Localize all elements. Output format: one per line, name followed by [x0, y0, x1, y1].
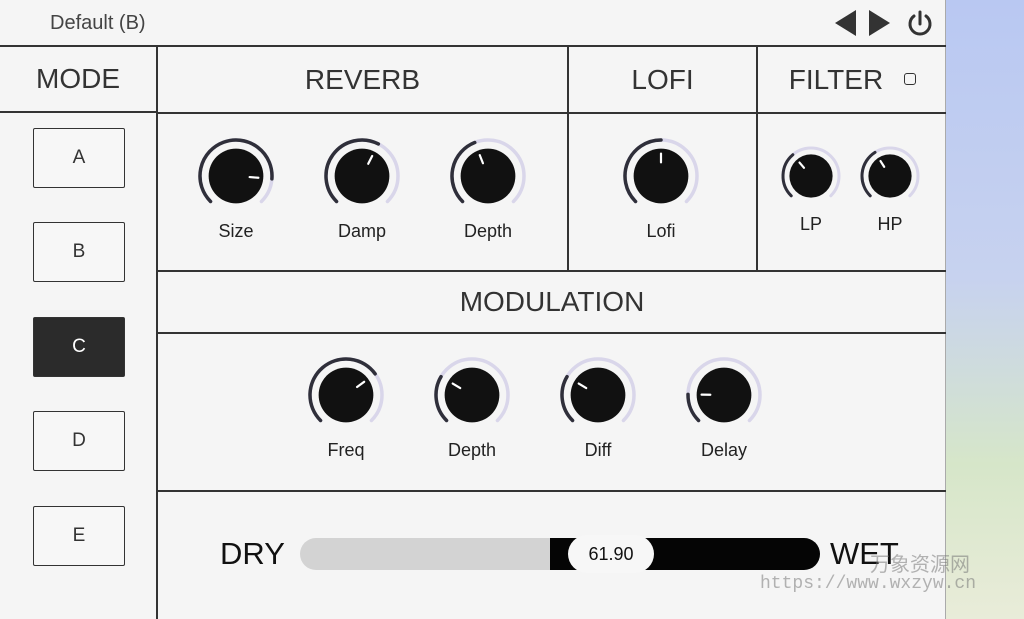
knob-body — [444, 367, 500, 423]
lofi-title: LOFI — [631, 63, 694, 95]
filter-enable-toggle[interactable] — [904, 73, 916, 85]
damp-knob[interactable] — [324, 138, 400, 219]
divider — [158, 332, 946, 334]
plugin-window: Default (B) MODE A B C D E REVERB LOFI F… — [0, 0, 946, 619]
hp-label: HP — [877, 214, 903, 234]
delay-label: Delay — [700, 440, 748, 460]
knob-body — [208, 148, 264, 204]
lp-knob[interactable] — [781, 146, 841, 211]
lofi-label: Lofi — [646, 221, 676, 241]
wet-label: WET — [830, 536, 899, 571]
power-icon[interactable] — [904, 8, 936, 40]
size-label: Size — [218, 221, 254, 241]
freq-knob[interactable] — [308, 357, 384, 438]
mod-depth-label: Depth — [447, 440, 497, 460]
delay-knob[interactable] — [686, 357, 762, 438]
knob-body — [868, 154, 912, 198]
reverb-depth-knob[interactable] — [450, 138, 526, 219]
dry-wet-slider[interactable] — [300, 538, 820, 570]
knob-body — [334, 148, 390, 204]
size-knob[interactable] — [198, 138, 274, 219]
dry-label: DRY — [220, 536, 285, 571]
mod-depth-knob[interactable] — [434, 357, 510, 438]
reverb-title: REVERB — [304, 63, 421, 95]
knob-body — [460, 148, 516, 204]
mode-button-e[interactable]: E — [33, 506, 125, 566]
top-bar: Default (B) — [0, 0, 946, 47]
modulation-title: MODULATION — [459, 286, 645, 317]
knob-body — [318, 367, 374, 423]
diff-knob[interactable] — [560, 357, 636, 438]
damp-label: Damp — [337, 221, 386, 241]
mode-button-c[interactable]: C — [33, 317, 125, 377]
divider — [158, 112, 946, 114]
preset-name[interactable]: Default (B) — [50, 12, 146, 35]
knob-body — [570, 367, 626, 423]
slider-value-readout[interactable]: 61.90 — [568, 535, 654, 573]
mode-panel: MODE A B C D E — [0, 47, 158, 619]
divider — [158, 490, 946, 492]
hp-knob[interactable] — [860, 146, 920, 211]
freq-label: Freq — [327, 440, 365, 460]
filter-title: FILTER — [788, 63, 884, 95]
mode-title: MODE — [0, 47, 156, 113]
knob-body — [789, 154, 833, 198]
diff-label: Diff — [584, 440, 612, 460]
mode-button-d[interactable]: D — [33, 411, 125, 471]
previous-preset-icon[interactable] — [832, 8, 860, 38]
next-preset-icon[interactable] — [865, 8, 893, 38]
knob-indicator — [248, 175, 260, 179]
lofi-knob[interactable] — [623, 138, 699, 219]
reverb-depth-label: Depth — [463, 221, 513, 241]
mode-button-b[interactable]: B — [33, 222, 125, 282]
mode-button-a[interactable]: A — [33, 128, 125, 188]
